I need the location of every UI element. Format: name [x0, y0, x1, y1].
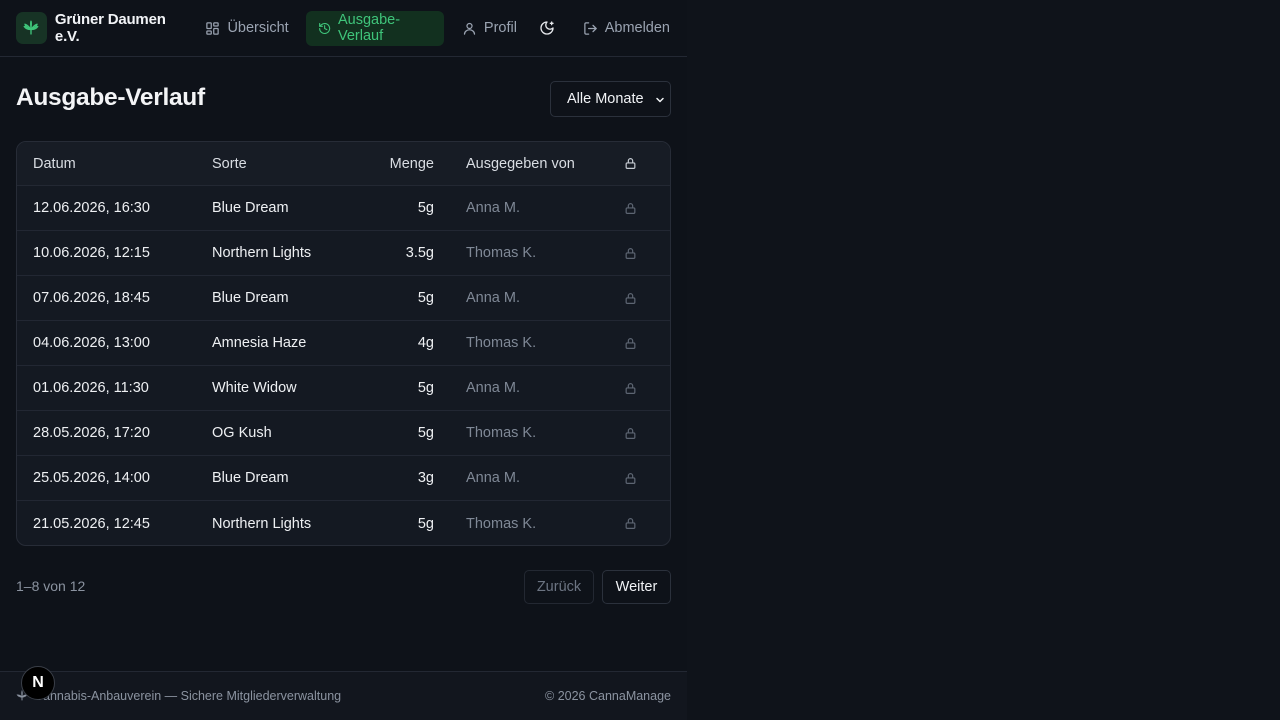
- nav-overview-label: Übersicht: [227, 20, 289, 36]
- month-filter-select[interactable]: Alle Monate: [550, 81, 671, 117]
- table-header: Datum Sorte Menge Ausgegeben von: [17, 142, 670, 186]
- dashboard-icon: [206, 21, 220, 35]
- cell-issued-by: Anna M.: [466, 290, 520, 306]
- moon-icon: [540, 21, 554, 35]
- column-header-amount: Menge: [389, 155, 434, 172]
- cell-issued-by: Thomas K.: [466, 515, 537, 532]
- lock-icon: [625, 247, 636, 259]
- table-row: 01.06.2026, 11:30 White Widow 5g Anna M.: [17, 366, 670, 411]
- cell-amount: 5g: [417, 200, 434, 216]
- logout-icon: [583, 21, 597, 35]
- cell-amount: 5g: [417, 290, 434, 306]
- user-icon: [463, 22, 476, 35]
- cell-amount: 5g: [417, 425, 434, 441]
- footer: Cannabis-Anbauverein — Sichere Mitgliede…: [0, 671, 687, 720]
- nav-logout[interactable]: Abmelden: [571, 11, 681, 46]
- cell-date: 12.06.2026, 16:30: [33, 200, 150, 216]
- cell-lock: [609, 382, 652, 395]
- lock-icon: [625, 202, 636, 214]
- pagination-range: 1–8 von 12: [16, 578, 86, 594]
- table-row: 04.06.2026, 13:00 Amnesia Haze 4g Thomas K.: [17, 321, 670, 366]
- cell-issued-by: Anna M.: [466, 380, 520, 396]
- lock-icon: [625, 158, 636, 169]
- cell-amount: 4g: [417, 335, 434, 351]
- cell-amount: 5g: [417, 515, 434, 532]
- cell-date: 07.06.2026, 18:45: [33, 290, 150, 306]
- nav-profile[interactable]: Profil: [450, 11, 528, 46]
- next-page-button[interactable]: Weiter: [602, 570, 671, 604]
- column-header-issued-by: Ausgegeben von: [466, 155, 575, 172]
- month-filter-value: Alle Monate: [567, 91, 644, 107]
- lock-icon: [625, 382, 636, 394]
- column-header-date: Datum: [33, 155, 76, 172]
- column-header-lock: [609, 157, 652, 170]
- cell-lock: [609, 202, 652, 215]
- cell-date: 21.05.2026, 12:45: [33, 515, 150, 532]
- cell-lock: [609, 292, 652, 305]
- nav-overview[interactable]: Übersicht: [193, 11, 299, 46]
- cell-issued-by: Thomas K.: [466, 245, 537, 261]
- table-row: 28.05.2026, 17:20 OG Kush 5g Thomas K.: [17, 411, 670, 456]
- history-icon: [318, 22, 330, 34]
- cell-date: 04.06.2026, 13:00: [33, 335, 150, 351]
- nav-logout-label: Abmelden: [604, 20, 670, 36]
- cell-date: 28.05.2026, 17:20: [33, 425, 150, 441]
- theme-toggle-button[interactable]: [534, 11, 561, 46]
- lock-icon: [625, 518, 636, 529]
- cell-issued-by: Anna M.: [466, 470, 520, 486]
- top-navigation: Grüner Daumen e.V. Übersicht Ausgabe-Ver…: [0, 0, 687, 57]
- table-row: 25.05.2026, 14:00 Blue Dream 3g Anna M.: [17, 456, 670, 501]
- cell-strain: Northern Lights: [212, 245, 312, 261]
- cell-lock: [609, 427, 652, 440]
- lock-icon: [625, 427, 636, 439]
- cell-strain: Northern Lights: [212, 515, 312, 532]
- cell-lock: [609, 337, 652, 350]
- cell-issued-by: Anna M.: [466, 200, 520, 216]
- table-row: 12.06.2026, 16:30 Blue Dream 5g Anna M.: [17, 186, 670, 231]
- lock-icon: [625, 292, 636, 304]
- nav-history[interactable]: Ausgabe-Verlauf: [305, 10, 444, 46]
- brand-name: Grüner Daumen e.V.: [54, 11, 166, 45]
- cell-strain: OG Kush: [212, 425, 272, 441]
- cell-date: 25.05.2026, 14:00: [33, 470, 150, 486]
- club-logo[interactable]: [16, 12, 47, 44]
- cell-strain: Amnesia Haze: [212, 335, 307, 351]
- previous-page-button[interactable]: Zurück: [524, 570, 594, 604]
- table-row: 10.06.2026, 12:15 Northern Lights 3.5g Thom…: [17, 231, 670, 276]
- column-header-strain: Sorte: [212, 155, 247, 172]
- cell-strain: Blue Dream: [212, 470, 289, 486]
- lock-icon: [625, 337, 636, 349]
- app: Grüner Daumen e.V. Übersicht Ausgabe-Ver…: [0, 0, 687, 720]
- chevron-down-icon: [656, 97, 664, 103]
- table-body: 12.06.2026, 16:30 Blue Dream 5g Anna M. 10.0…: [17, 186, 670, 545]
- cell-amount: 5g: [417, 380, 434, 396]
- nav-history-label: Ausgabe-Verlauf: [337, 12, 401, 44]
- footer-tagline-wrap: Cannabis-Anbauverein — Sichere Mitgliede…: [16, 689, 341, 703]
- table-row: 21.05.2026, 12:45 Northern Lights 5g Thomas…: [17, 501, 670, 545]
- cell-lock: [609, 472, 652, 485]
- lock-icon: [625, 472, 636, 484]
- cell-strain: Blue Dream: [212, 290, 289, 306]
- cell-strain: Blue Dream: [212, 200, 289, 216]
- cell-lock: [609, 517, 652, 530]
- cell-issued-by: Thomas K.: [466, 425, 537, 441]
- nav-profile-label: Profil: [483, 20, 517, 36]
- leaf-icon: [24, 20, 39, 35]
- table-row: 07.06.2026, 18:45 Blue Dream 5g Anna M.: [17, 276, 670, 321]
- cell-lock: [609, 247, 652, 260]
- cell-amount: 3.5g: [405, 245, 434, 261]
- cell-amount: 3g: [417, 470, 434, 486]
- history-table: Datum Sorte Menge Ausgegeben von 12.06.2…: [16, 141, 671, 546]
- cell-date: 10.06.2026, 12:15: [33, 245, 150, 261]
- footer-copyright: © 2026 CannaManage: [545, 689, 671, 703]
- dev-tools-badge[interactable]: N: [21, 666, 55, 700]
- cell-date: 01.06.2026, 11:30: [33, 380, 149, 396]
- page-title: Ausgabe-Verlauf: [16, 84, 205, 111]
- main-nav: Übersicht Ausgabe-Verlauf Profil Abmelde…: [193, 10, 687, 46]
- footer-tagline: Cannabis-Anbauverein — Sichere Mitgliede…: [34, 689, 342, 703]
- cell-issued-by: Thomas K.: [466, 335, 537, 351]
- cell-strain: White Widow: [212, 380, 297, 396]
